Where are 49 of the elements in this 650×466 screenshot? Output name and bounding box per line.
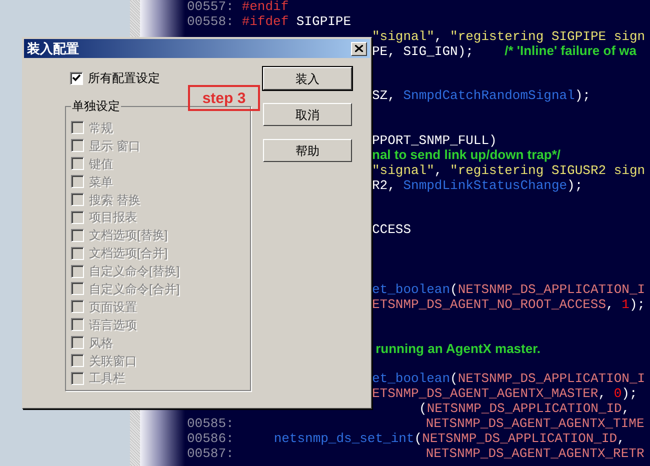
window-title: 装入配置 xyxy=(27,42,79,55)
line-number: 00557: xyxy=(187,0,234,15)
code-line: PPORT_SNMP_FULL) xyxy=(372,134,497,149)
line-number: 00586: xyxy=(187,432,234,447)
checkbox-label: 关联窗口 xyxy=(89,352,137,369)
code-line: CCESS xyxy=(372,223,412,238)
group-title: 单独设定 xyxy=(71,98,121,114)
checkbox-label: 语言选项 xyxy=(89,316,137,333)
dialog-button[interactable]: 装入 xyxy=(263,67,352,90)
code-line: "signal", "registering SIGUSR2 sign xyxy=(372,164,646,179)
code-line: SZ, SnmpdCatchRandomSignal); xyxy=(372,89,590,104)
line-number: 00558: xyxy=(187,14,234,30)
code-line: #ifdef SIGPIPE xyxy=(242,14,352,30)
checkbox-label: 文档选项[替换] xyxy=(89,227,168,244)
code-line: (NETSNMP_DS_APPLICATION_ID, xyxy=(419,402,630,417)
checkbox-label: 工具栏 xyxy=(89,370,125,386)
checkbox-label: 自定义命令[合并] xyxy=(89,280,180,297)
code-line: #endif xyxy=(242,0,289,15)
checkbox-label: 常规 xyxy=(89,120,113,136)
close-icon xyxy=(355,45,363,52)
code-line: NETSNMP_DS_AGENT_AGENTX_RETR xyxy=(426,446,644,462)
code-comment: running an AgentX master. xyxy=(374,342,541,358)
checkbox-label: 菜单 xyxy=(89,174,113,190)
checkbox-label: 文档选项[合并] xyxy=(89,245,168,262)
code-line: et_boolean(NETSNMP_DS_APPLICATION_I xyxy=(372,282,646,298)
code-comment: nal to send link up/down trap*/ xyxy=(372,148,561,164)
checkbox[interactable] xyxy=(70,72,83,84)
code-line: netsnmp_ds_set_int(NETSNMP_DS_APPLICATION_ID, xyxy=(274,432,625,447)
checkbox-label: 页面设置 xyxy=(89,298,137,315)
checkbox-label: 键值 xyxy=(89,156,113,172)
code-line: PE, SIG_IGN); /* 'Inline' failure of wa xyxy=(372,44,636,60)
code-line: NETSNMP_DS_AGENT_AGENTX_TIME xyxy=(426,416,644,432)
checkbox-label: 项目报表 xyxy=(89,209,137,226)
checkbox-label: 风格 xyxy=(89,334,113,351)
line-number: 00585: xyxy=(187,416,234,432)
checkbox-label: 所有配置设定 xyxy=(88,70,160,86)
code-line: R2, SnmpdLinkStatusChange); xyxy=(372,178,583,194)
dialog-button[interactable]: 帮助 xyxy=(263,139,352,162)
checkbox-label: 搜索 替换 xyxy=(89,192,140,208)
code-line: ETSNMP_DS_AGENT_NO_ROOT_ACCESS, 1); xyxy=(372,298,646,313)
checkbox-label: 显示 窗口 xyxy=(89,138,140,154)
annotation-label: step 3 xyxy=(188,85,260,111)
dialog-button[interactable]: 取消 xyxy=(263,103,352,126)
code-line: et_boolean(NETSNMP_DS_APPLICATION_I xyxy=(372,372,646,388)
close-button[interactable] xyxy=(351,42,367,56)
checkbox-label: 自定义命令[替换] xyxy=(89,263,180,280)
code-line: "signal", "registering SIGPIPE sign xyxy=(372,30,646,45)
line-number: 00587: xyxy=(187,446,234,462)
code-line: ETSNMP_DS_AGENT_AGENTX_MASTER, 0); xyxy=(372,387,638,402)
